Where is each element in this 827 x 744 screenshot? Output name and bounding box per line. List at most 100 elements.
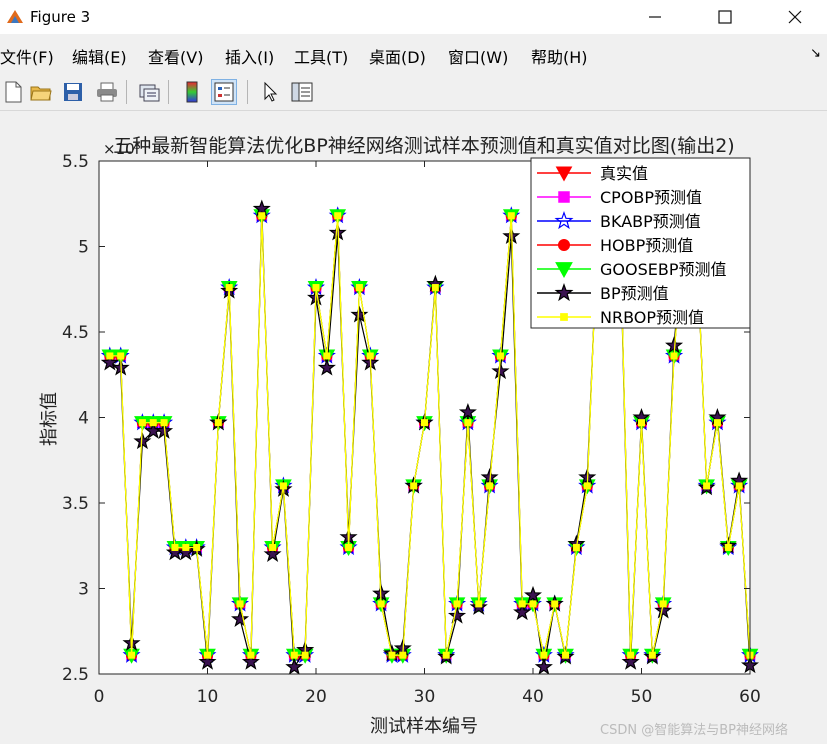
menu-view[interactable]: 查看(V) [148,44,203,68]
open-folder-icon[interactable] [28,79,54,105]
x-tick-label: 10 [197,687,219,707]
colorbar-icon[interactable] [179,79,205,105]
data-point [301,651,309,659]
data-point [724,543,732,551]
property-editor-icon[interactable] [289,79,315,105]
data-point [106,352,114,360]
data-point [182,543,190,551]
toolbar-separator [126,80,127,104]
data-point [290,651,298,659]
watermark-text: CSDN @智能算法与BP神经网络 [600,723,788,738]
data-point [507,212,515,220]
data-point [258,212,266,220]
data-point [486,482,494,490]
data-point [529,600,537,608]
dock-arrow-icon[interactable]: ↘ [810,46,821,61]
data-point [583,482,591,490]
data-point [551,600,559,608]
chart-canvas: 0 10 20 30 40 50 60 2.5 3 3.5 4 4.5 5 5.5 五种最新智能算法优化B… [39,135,761,737]
legend-icon[interactable] [211,79,237,105]
data-point [247,651,255,659]
data-point [410,482,418,490]
data-point [540,651,548,659]
data-point [269,543,277,551]
data-point [388,651,396,659]
data-point [160,419,168,427]
window-title: Figure 3 [30,8,91,26]
save-icon[interactable] [60,79,86,105]
data-point [171,543,179,551]
y-tick-label: 5 [78,238,89,258]
data-point [345,543,353,551]
legend-label: BKABP预测值 [600,212,701,231]
menu-window[interactable]: 窗口(W) [448,44,508,68]
x-axis-label: 测试样本编号 [370,716,478,737]
x-tick-label: 0 [94,687,105,707]
menu-bar: 文件(F) 编辑(E) 查看(V) 插入(I) 工具(T) 桌面(D) 窗口(W… [0,34,827,74]
menu-help[interactable]: 帮助(H) [531,44,588,68]
y-tick-label: 2.5 [62,665,89,685]
close-button[interactable] [772,0,818,34]
data-point [703,482,711,490]
legend-label: BP预测值 [600,284,669,303]
y-tick-label: 4.5 [62,323,89,343]
data-point [442,651,450,659]
data-point [138,419,146,427]
data-point [453,600,461,608]
toolbar-separator [247,80,248,104]
window-titlebar: Figure 3 [0,0,827,34]
data-point [193,543,201,551]
menu-insert[interactable]: 插入(I) [225,44,274,68]
data-point [117,352,125,360]
data-point [572,543,580,551]
y-tick-label: 3.5 [62,494,89,514]
link-icon[interactable] [136,79,162,105]
data-point [236,600,244,608]
data-point [421,419,428,427]
y-tick-label: 5.5 [62,152,89,172]
x-tick-label: 50 [631,687,653,707]
legend-label: GOOSEBP预测值 [600,260,726,279]
data-point [149,419,157,427]
data-point [225,284,233,292]
figure-toolbar [0,74,827,111]
legend-label: HOBP预测值 [600,236,693,255]
x-tick-label: 30 [414,687,436,707]
chart-title: 五种最新智能算法优化BP神经网络测试样本预测值和真实值对比图(输出2) [113,135,734,157]
data-point [670,352,678,360]
data-point [355,284,363,292]
data-point [312,284,320,292]
data-point [204,651,211,659]
pointer-icon[interactable] [257,79,283,105]
minimize-button[interactable] [632,0,678,34]
data-point [334,212,342,220]
legend-marker [558,191,570,203]
menu-desktop[interactable]: 桌面(D) [369,44,426,68]
menu-file[interactable]: 文件(F) [0,44,54,68]
data-point [128,651,136,659]
close-icon [788,10,802,24]
data-point [659,600,667,608]
x-tick-label: 20 [305,687,327,707]
data-point [464,419,472,427]
menu-tools[interactable]: 工具(T) [294,44,348,68]
data-point [518,600,526,608]
data-point [377,600,385,608]
data-point [323,352,331,360]
data-point [399,651,407,659]
menu-edit[interactable]: 编辑(E) [72,44,127,68]
data-point [214,419,222,427]
data-point [431,284,439,292]
data-point [562,651,570,659]
new-file-icon[interactable] [0,79,26,105]
y-tick-label: 3 [78,580,89,600]
print-icon[interactable] [94,79,120,105]
y-tick-label: 4 [78,409,89,429]
minimize-icon [649,16,661,18]
x-tick-label: 40 [522,687,544,707]
maximize-button[interactable] [702,0,748,34]
data-point [648,651,656,659]
data-point [735,482,743,490]
x-tick-label: 60 [739,687,761,707]
data-point [366,352,374,360]
